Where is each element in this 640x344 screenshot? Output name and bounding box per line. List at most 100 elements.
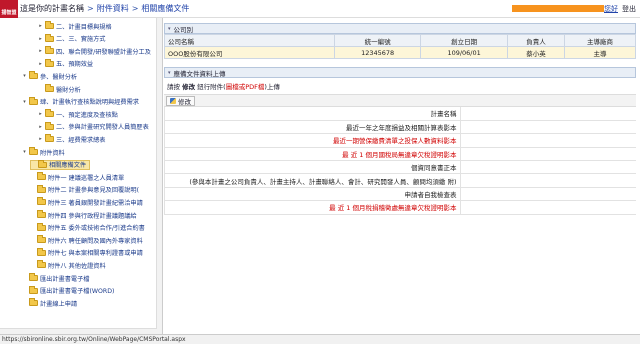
sidebar-vertical-scrollbar[interactable] — [156, 18, 162, 334]
sidebar-item[interactable]: ▸ 一、預定進度及查核點 — [38, 109, 118, 119]
table-row[interactable]: 申請者自我檢查表 — [164, 187, 636, 202]
sidebar-item-label: 附件資料 — [40, 149, 65, 157]
company-table-header: 公司名稱 統一編號 創立日期 負責人 主導廠商 — [164, 34, 636, 47]
sidebar-item[interactable]: 附件一 建議巡署之人員清單 — [30, 172, 124, 182]
sidebar-item[interactable]: 附件五 委外或技術合作/引進合約書 — [30, 222, 145, 233]
expand-icon[interactable]: ▸ — [38, 48, 43, 54]
note-suffix: )上傳 — [264, 83, 280, 91]
collapse-icon[interactable]: ▾ — [22, 99, 27, 105]
sidebar-item-label: 相關應備文件 — [49, 162, 87, 170]
collapse-icon[interactable]: ▾ — [22, 73, 27, 79]
col-owner: 負責人 — [507, 34, 565, 47]
expand-icon[interactable]: ▸ — [38, 61, 43, 67]
folder-icon — [45, 58, 54, 67]
sidebar-item-label: 附件七 與本案相關專利證書或申請 — [48, 250, 143, 258]
folder-icon — [37, 172, 46, 181]
breadcrumb-attachments-link[interactable]: 附件資料 — [97, 3, 129, 14]
tax-id-cell: 12345678 — [333, 46, 422, 59]
sidebar-item[interactable]: 計畫線上申請 — [22, 298, 77, 308]
sidebar-item[interactable]: 附件八 其他佐證資料 — [30, 260, 106, 270]
expand-icon[interactable]: ▸ — [38, 23, 43, 29]
sidebar-item[interactable]: 附件四 參與行政程計畫議題議給 — [30, 210, 137, 220]
sidebar-item-label: 匯出計畫書電子檔 — [40, 275, 90, 283]
folder-icon — [29, 285, 38, 294]
document-name-cell: 最 近 1 個月稅捐稽徵處無違章欠稅證明影本 — [164, 200, 460, 215]
folder-icon — [29, 273, 38, 281]
expand-icon[interactable]: ▸ — [38, 124, 43, 130]
sidebar-item[interactable]: 附件二 計畫參與意見及回覆說明( — [30, 184, 140, 195]
app-logo[interactable]: 揚智盟 — [0, 0, 18, 18]
sidebar-item[interactable]: 相關應備文件 — [30, 159, 91, 170]
table-row[interactable]: 最近一年之年度損益及相關計算表影本 — [164, 120, 636, 135]
table-row[interactable]: 最 近 1 個月國稅局無違章欠稅證明影本 — [164, 147, 636, 162]
sidebar-item[interactable]: ▸ 二、三、實施方式 — [38, 33, 106, 44]
upload-section-header[interactable]: ▾ 應備文件資料上傳 — [164, 67, 636, 78]
document-file-cell[interactable] — [459, 147, 636, 162]
document-name-cell: (參與本計畫之公司負責人、計畫主持人、計畫聯絡人、會計、研究開發人員、顧問均須繳… — [164, 173, 460, 188]
col-lead: 主導廠商 — [564, 34, 636, 47]
table-row[interactable]: 最近一期營保繳費清單之投保人數資料影本 — [164, 133, 636, 148]
table-row[interactable]: 最 近 1 個月稅捐稽徵處無違章欠稅證明影本 — [164, 200, 636, 215]
folder-icon — [37, 184, 46, 193]
table-row[interactable]: 計畫名稱 — [164, 107, 636, 121]
sidebar-item[interactable]: 匯出計畫書電子檔 — [22, 273, 90, 283]
sidebar-item[interactable]: 附件七 與本案相關專利證書或申請 — [30, 247, 143, 258]
collapse-icon[interactable]: ▾ — [168, 70, 171, 76]
sidebar-item[interactable]: 匯出計畫書電子檔(WORD) — [22, 285, 114, 296]
upload-instruction: 請按 修改 鈕行附件(圖檔或PDF檔)上傳 — [164, 78, 636, 94]
folder-icon — [29, 71, 38, 80]
sidebar-item-label: 附件八 其他佐證資料 — [48, 262, 106, 270]
document-file-cell[interactable] — [459, 173, 636, 188]
document-file-cell[interactable] — [459, 120, 636, 135]
sidebar-item-label: 附件三 著員銀開發計畫紀需洽申請 — [48, 199, 143, 207]
folder-icon — [37, 197, 46, 206]
sidebar-item[interactable]: ▾ 附件資料 — [22, 147, 65, 157]
folder-icon — [45, 121, 54, 130]
company-name-cell: OOO股份有限公司 — [164, 46, 335, 59]
upload-toolbar: 修改 — [164, 94, 636, 107]
document-file-cell[interactable] — [459, 107, 636, 121]
folder-icon — [38, 159, 47, 168]
company-section-title: 公司別 — [173, 25, 194, 34]
document-file-cell[interactable] — [459, 200, 636, 215]
sidebar-item[interactable]: 附件三 著員銀開發計畫紀需洽申請 — [30, 197, 143, 207]
sidebar-item-label: 二、三、實施方式 — [56, 36, 106, 44]
expand-icon[interactable]: ▸ — [38, 136, 43, 142]
edit-button[interactable]: 修改 — [166, 95, 195, 106]
folder-icon — [45, 134, 54, 143]
document-file-cell[interactable] — [459, 133, 636, 148]
document-file-cell[interactable] — [459, 187, 636, 202]
table-row[interactable]: (參與本計畫之公司負責人、計畫主持人、計畫聯絡人、會計、研究開發人員、顧問均須繳… — [164, 173, 636, 188]
collapse-icon[interactable]: ▾ — [168, 26, 171, 32]
edit-button-label: 修改 — [178, 97, 191, 106]
expand-icon[interactable]: ▸ — [38, 111, 43, 117]
folder-icon — [45, 46, 54, 55]
sidebar-item-label: 附件五 委外或技術合作/引進合約書 — [48, 225, 145, 233]
note-file-types: 圖檔或PDF檔 — [225, 83, 265, 91]
sidebar-item-label: 附件二 計畫參與意見及回覆說明( — [48, 187, 140, 195]
upload-section-title: 應備文件資料上傳 — [173, 69, 226, 78]
collapse-icon[interactable]: ▾ — [22, 149, 27, 155]
table-row[interactable]: 個資同意書正本 — [164, 160, 636, 175]
company-section-header[interactable]: ▾ 公司別 — [164, 23, 636, 34]
document-name-cell: 最近一年之年度損益及相關計算表影本 — [164, 120, 460, 135]
top-bar: 揚智盟 這是你的計畫名稱 > 附件資料 > 相關應備文件 您好 登出 — [0, 0, 640, 18]
sidebar-item[interactable]: ▸ 四、聯合開發/研發聯盟計畫分工及 — [38, 46, 151, 56]
sidebar-item[interactable]: 附件六 聘任顧問及國內外專家資料 — [30, 235, 143, 245]
logout-link[interactable]: 登出 — [622, 4, 636, 14]
sidebar-item[interactable]: ▸ 二、計畫目標與規格 — [38, 21, 112, 31]
note-bold: 修改 — [182, 83, 196, 91]
sidebar-item[interactable]: ▸ 二、參與計畫研究開發人員簡歷表 — [38, 121, 149, 132]
sidebar-item[interactable]: ▸ 三、經費需求總表 — [38, 134, 106, 144]
expand-icon[interactable]: ▸ — [38, 36, 43, 42]
table-row[interactable]: OOO股份有限公司 12345678 109/06/01 蔡小英 主導 — [164, 46, 636, 59]
note-prefix: 請按 — [167, 83, 183, 91]
sidebar-item-label: 附件一 建議巡署之人員清單 — [48, 174, 125, 182]
sidebar-item[interactable]: ▾ 參、醫財分析 — [22, 71, 77, 81]
main-content: ▾ 公司別 公司名稱 統一編號 創立日期 負責人 主導廠商 OOO股份有限公司 … — [164, 23, 636, 215]
status-url: https://sbironline.sbir.org.tw/Online/We… — [2, 336, 186, 343]
sidebar-item[interactable]: ▾ 肆、計畫執行查核點說明與經費需求 — [22, 96, 139, 107]
document-file-cell[interactable] — [459, 160, 636, 175]
sidebar-item[interactable]: 醫財分析 — [38, 84, 81, 94]
sidebar-item[interactable]: ▸ 五、預期效益 — [38, 58, 93, 69]
